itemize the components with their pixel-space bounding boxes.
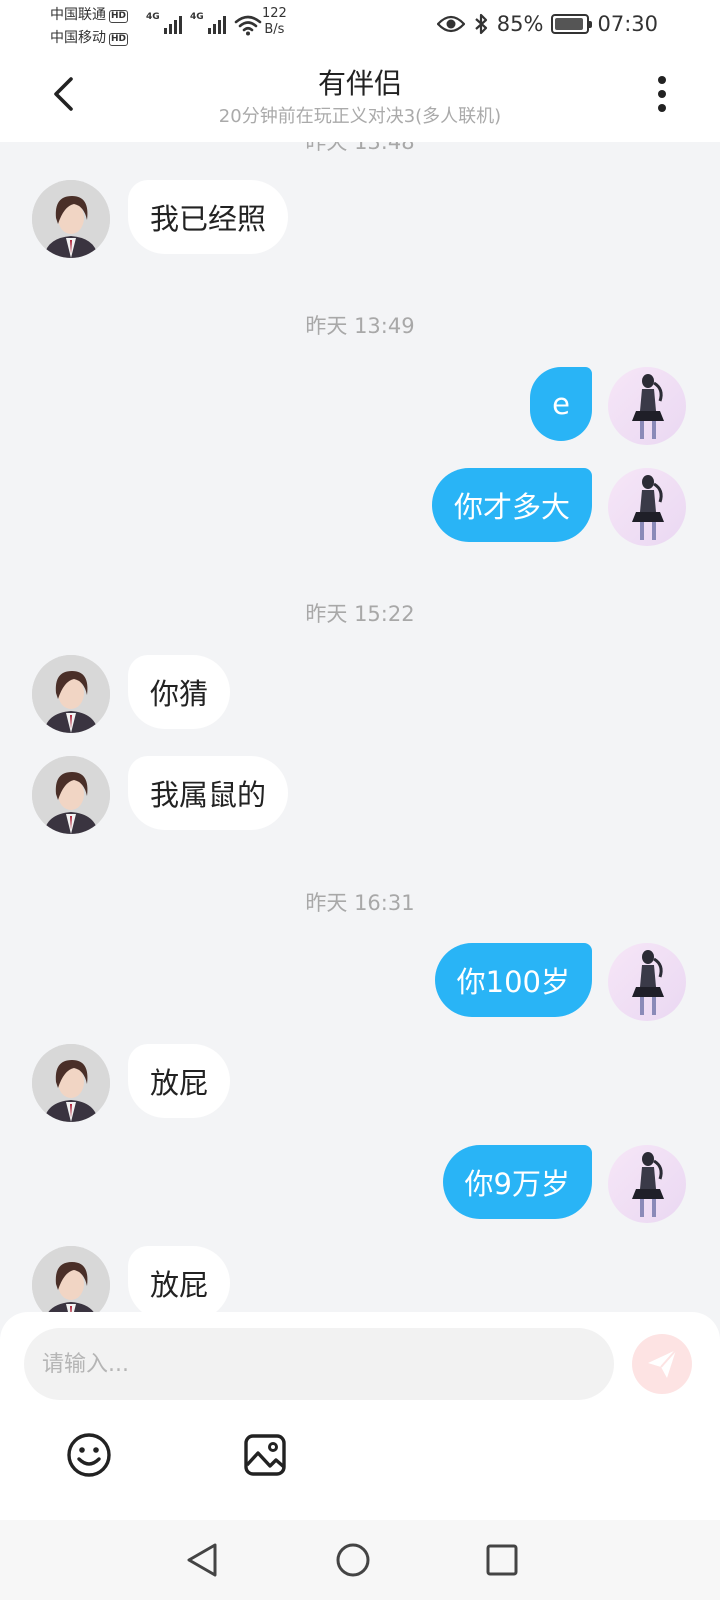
- contact-avatar[interactable]: [32, 180, 110, 258]
- message-bubble[interactable]: 放屁: [128, 1044, 231, 1118]
- signal-2-icon: 4G: [190, 10, 226, 36]
- message-bubble[interactable]: 我属鼠的: [128, 756, 289, 830]
- signal-1-icon: 4G: [146, 10, 182, 36]
- message-list[interactable]: 昨天 13:48 我已经照 昨天 13:49 e 你才多大 昨天 15:22 你…: [0, 142, 720, 1312]
- network-speed: 122 B/s: [262, 6, 287, 37]
- my-avatar[interactable]: [608, 943, 686, 1021]
- my-avatar[interactable]: [608, 468, 686, 546]
- message-bubble[interactable]: 放屁: [128, 1246, 231, 1312]
- message-bubble[interactable]: 你才多大: [431, 468, 592, 542]
- emoji-icon: [67, 1433, 111, 1477]
- clock: 07:30: [597, 12, 658, 36]
- contact-avatar[interactable]: [32, 1246, 110, 1312]
- nav-back-button[interactable]: [180, 1538, 224, 1582]
- battery-icon: [551, 14, 593, 34]
- message-bubble[interactable]: 我已经照: [128, 180, 289, 254]
- nav-home-button[interactable]: [331, 1538, 375, 1582]
- message-input[interactable]: [24, 1328, 614, 1400]
- send-icon: [648, 1349, 677, 1378]
- send-button[interactable]: [632, 1334, 692, 1394]
- chat-status-subtitle: 20分钟前在玩正义对决3(多人联机): [218, 106, 502, 127]
- hd-badge: HD: [109, 10, 129, 23]
- timestamp: 昨天 13:49: [305, 314, 415, 338]
- nav-recent-button[interactable]: [480, 1538, 524, 1582]
- more-vertical-icon: [658, 76, 666, 84]
- chat-header: 有伴侣 20分钟前在玩正义对决3(多人联机): [0, 50, 720, 142]
- contact-avatar[interactable]: [32, 756, 110, 834]
- contact-avatar[interactable]: [32, 655, 110, 733]
- timestamp: 昨天 16:31: [305, 891, 415, 915]
- nav-back-icon: [187, 1543, 217, 1577]
- timestamp: 昨天 13:48: [305, 142, 415, 154]
- more-options-button[interactable]: [650, 74, 674, 114]
- message-bubble[interactable]: 你100岁: [434, 943, 592, 1017]
- my-avatar[interactable]: [608, 367, 686, 445]
- battery-percent: 85%: [496, 12, 544, 36]
- status-bar: 中国联通 HD 中国移动 HD 4G 4G 122 B/s 85% 07:30: [0, 0, 720, 50]
- composer-panel: [0, 1312, 720, 1520]
- wifi-icon: [234, 15, 262, 36]
- carrier-1: 中国联通 HD: [50, 7, 129, 23]
- message-bubble[interactable]: e: [530, 367, 592, 441]
- message-bubble[interactable]: 你猜: [128, 655, 231, 729]
- eye-icon: [436, 15, 465, 33]
- emoji-button[interactable]: [64, 1430, 114, 1480]
- bluetooth-icon: [475, 13, 487, 35]
- message-bubble[interactable]: 你9万岁: [442, 1145, 592, 1219]
- image-icon: [244, 1434, 286, 1476]
- chat-screen: 中国联通 HD 中国移动 HD 4G 4G 122 B/s 85% 07:30 …: [0, 0, 720, 1600]
- system-nav-bar: [0, 1520, 720, 1600]
- hd-badge: HD: [109, 33, 129, 46]
- chat-title: 有伴侣: [317, 67, 402, 100]
- my-avatar[interactable]: [608, 1145, 686, 1223]
- contact-avatar[interactable]: [32, 1044, 110, 1122]
- timestamp: 昨天 15:22: [305, 602, 415, 626]
- image-button[interactable]: [240, 1430, 290, 1480]
- nav-recent-icon: [486, 1544, 518, 1576]
- carrier-2: 中国移动 HD: [50, 30, 129, 46]
- nav-home-icon: [336, 1543, 370, 1577]
